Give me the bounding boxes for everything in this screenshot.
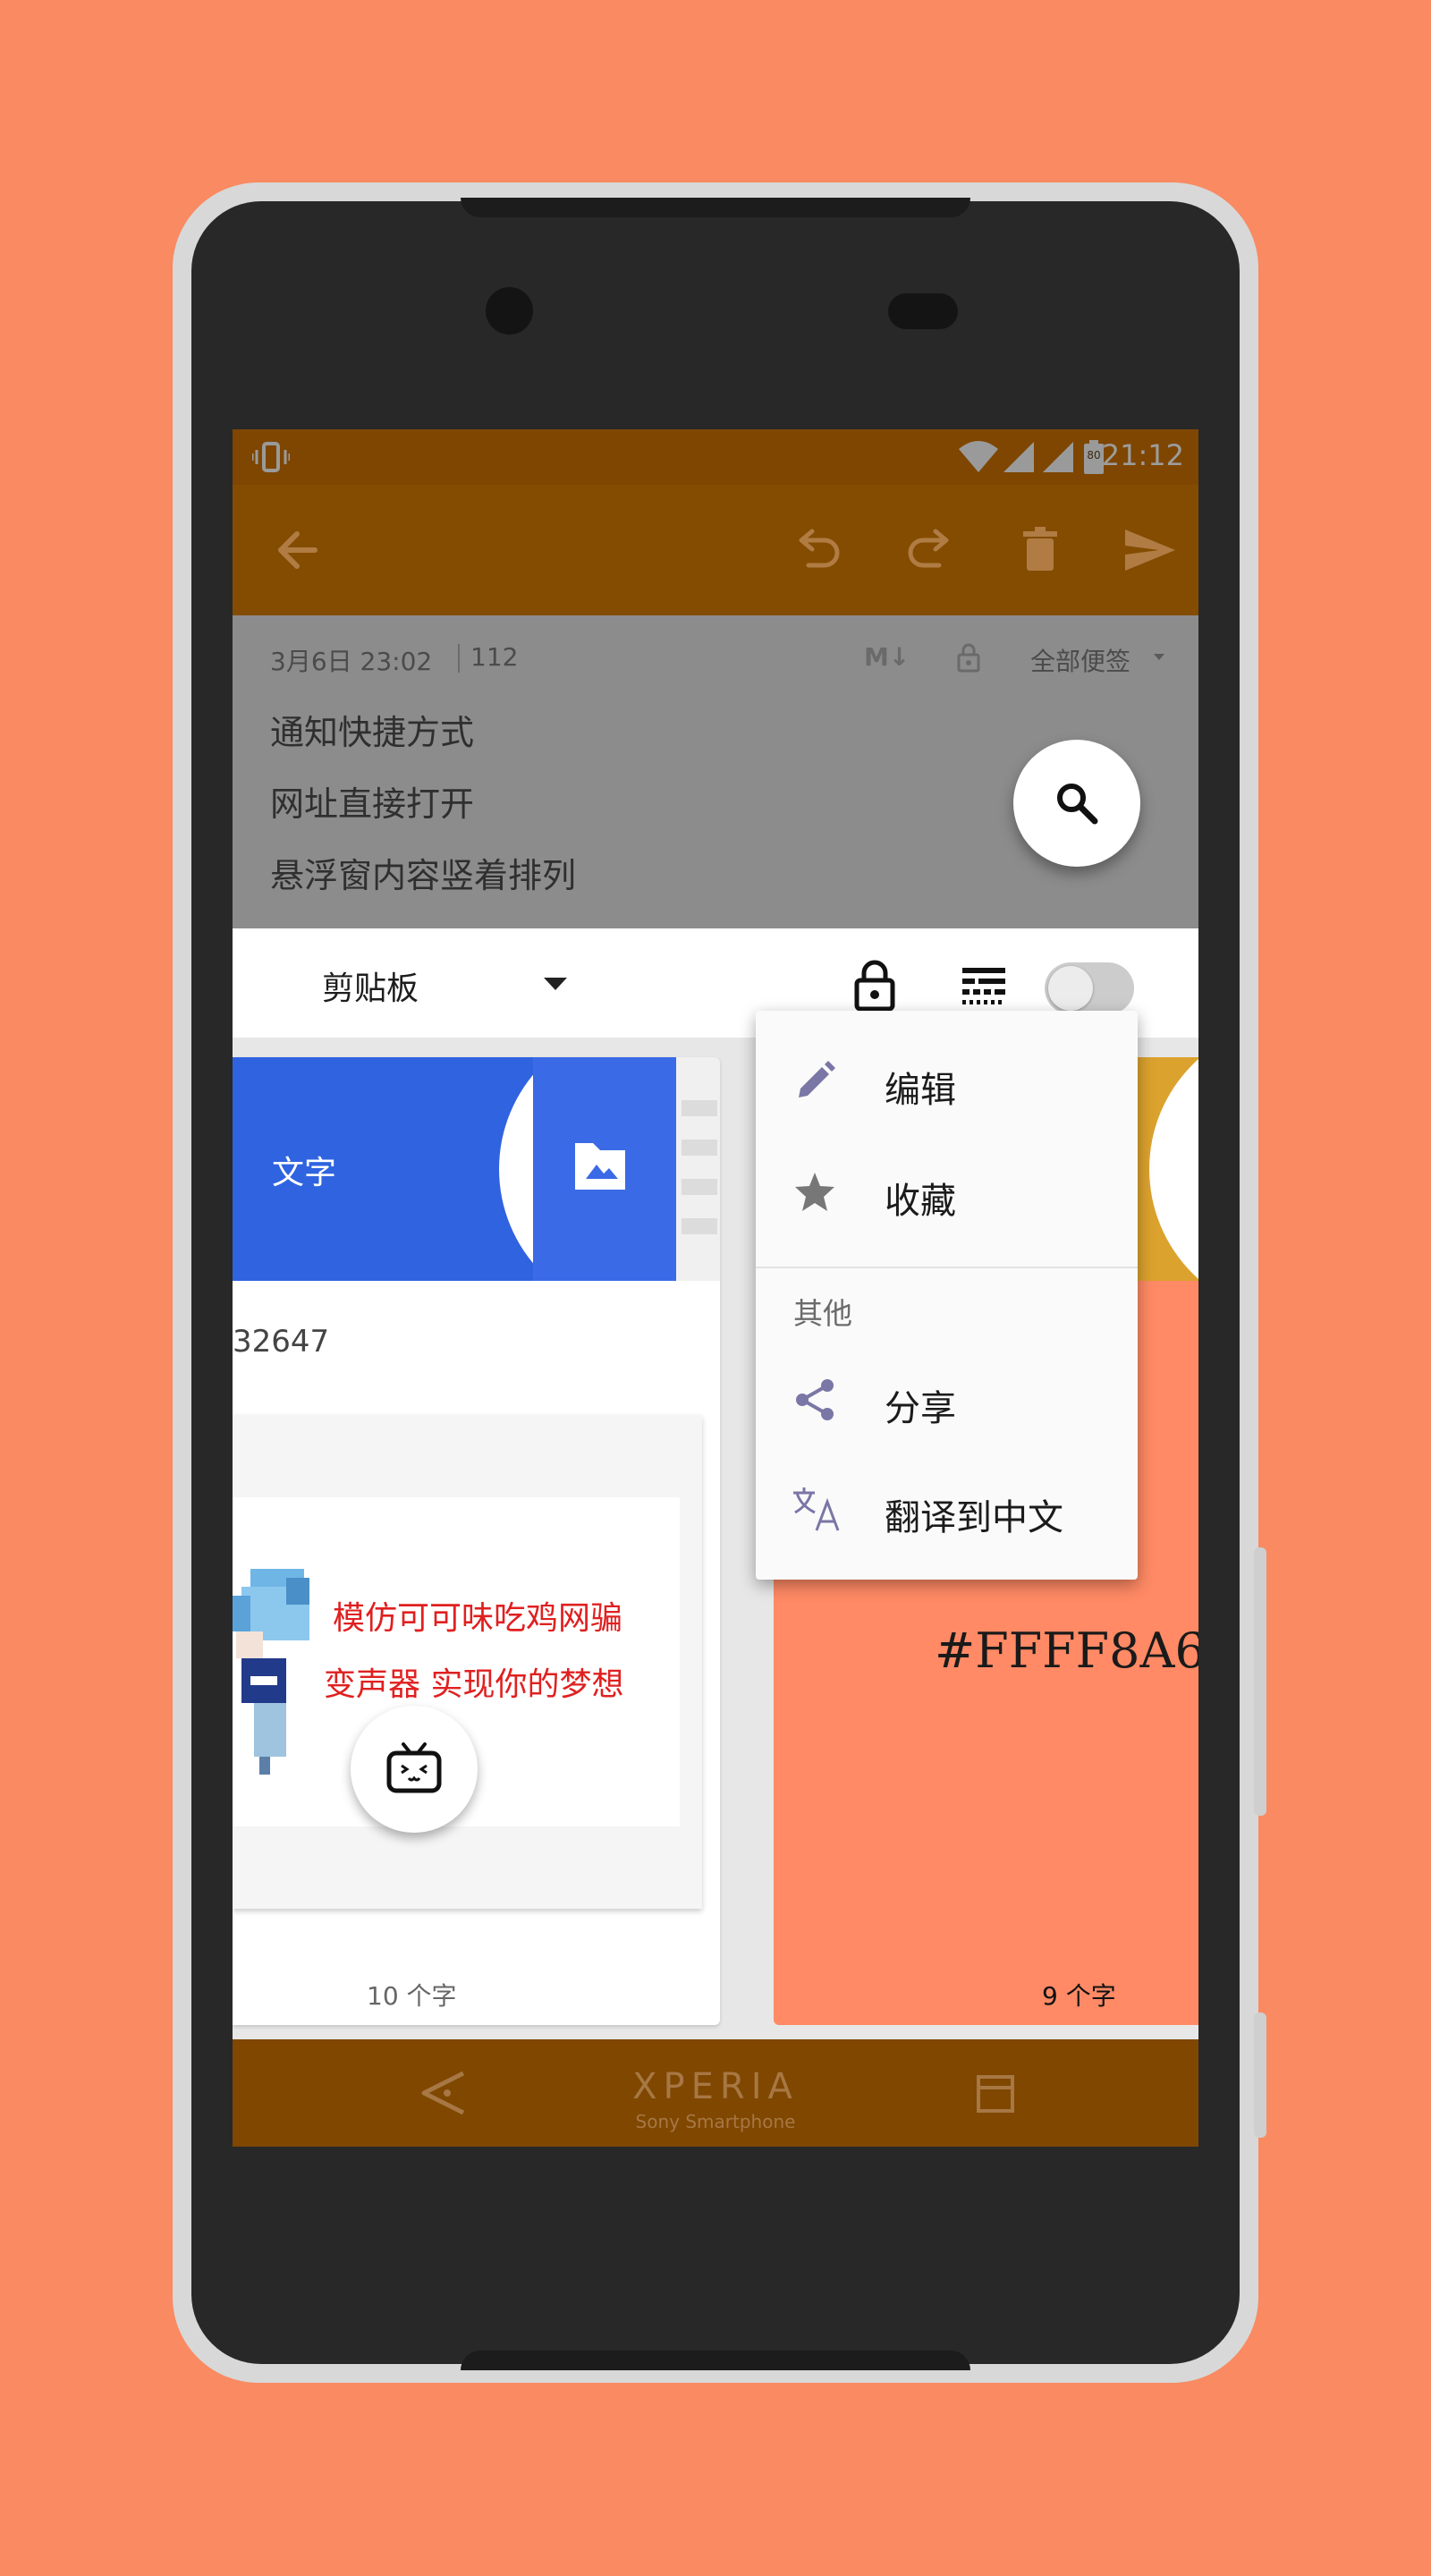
- filter-lines-icon[interactable]: [959, 964, 1009, 1009]
- signal-icon: [1003, 442, 1034, 472]
- xperia-brand: XPERIA: [632, 2066, 799, 2107]
- share-icon: [792, 1377, 838, 1423]
- status-bar: 80 21:12: [233, 429, 1198, 485]
- color-hex-text: #FFFF8A65: [935, 1623, 1198, 1679]
- translate-icon: [792, 1486, 840, 1532]
- menu-item-translate[interactable]: 翻译到中文: [756, 1456, 1138, 1562]
- menu-item-label: 收藏: [885, 1181, 956, 1222]
- delete-icon[interactable]: [1011, 521, 1070, 580]
- card-header: 文字: [233, 1057, 720, 1281]
- menu-item-share[interactable]: 分享: [756, 1347, 1138, 1453]
- signal-icon-2: [1043, 442, 1073, 472]
- context-menu: 编辑 收藏 其他 分享 翻译到中文: [756, 1011, 1138, 1580]
- proximity-sensor: [888, 293, 958, 329]
- lock-small-icon[interactable]: [955, 642, 982, 673]
- card-char-count: 9 个字: [1042, 1981, 1116, 2011]
- clipboard-dropdown[interactable]: 剪贴板: [322, 962, 419, 1009]
- note-line: 悬浮窗内容竖着排列: [270, 856, 577, 895]
- menu-item-label: 分享: [885, 1388, 956, 1429]
- screen: 80 21:12 3月6日 23:02 112 M↓ 全部便签 通知快捷方式 网…: [233, 429, 1198, 2147]
- lock-icon[interactable]: [850, 959, 900, 1013]
- wifi-icon: [959, 440, 998, 474]
- note-date: 3月6日 23:02: [270, 647, 433, 676]
- ad-text-line: 模仿可可味吃鸡网骗: [333, 1600, 623, 1637]
- menu-item-label: 编辑: [885, 1070, 956, 1111]
- pencil-icon: [792, 1058, 838, 1105]
- undo-icon[interactable]: [789, 521, 848, 580]
- card-header-circle: [1149, 1057, 1198, 1317]
- card-char-count: 10 个字: [367, 1981, 457, 2011]
- note-word-count: 112: [470, 642, 519, 672]
- image-folder-icon[interactable]: [568, 1134, 632, 1199]
- meta-divider: [458, 644, 460, 673]
- menu-divider: [756, 1267, 1138, 1268]
- status-time: 21:12: [1101, 438, 1184, 472]
- bottom-speaker: [461, 2351, 970, 2370]
- volume-button: [1254, 1547, 1266, 1816]
- front-camera: [486, 287, 533, 335]
- markdown-icon[interactable]: M↓: [864, 642, 910, 672]
- navigation-bar: XPERIA Sony Smartphone: [233, 2039, 1198, 2147]
- search-fab[interactable]: [1013, 740, 1140, 867]
- category-dropdown-icon[interactable]: [1154, 654, 1164, 660]
- anime-character-image: [233, 1560, 313, 1775]
- note-line: 通知快捷方式: [270, 713, 475, 752]
- ad-text-line: 变声器 实现你的梦想: [324, 1666, 624, 1703]
- menu-item-edit[interactable]: 编辑: [756, 1029, 1138, 1134]
- send-icon[interactable]: [1120, 521, 1179, 580]
- menu-item-favorite[interactable]: 收藏: [756, 1140, 1138, 1245]
- nav-recents-icon[interactable]: [975, 2073, 1016, 2114]
- card-preview-strip: [676, 1057, 720, 1281]
- back-arrow-icon[interactable]: [268, 521, 327, 580]
- redo-icon[interactable]: [900, 521, 959, 580]
- top-speaker: [461, 198, 970, 217]
- search-icon: [1052, 778, 1102, 828]
- xperia-subtitle: Sony Smartphone: [635, 2111, 796, 2132]
- clipboard-card-text[interactable]: 文字 32647 模仿可可味吃鸡网骗 变声器 实现你的梦想 10 个字: [233, 1057, 720, 2025]
- editor-toolbar: [233, 485, 1198, 615]
- toggle-knob[interactable]: [1048, 966, 1093, 1011]
- dropdown-arrow-icon[interactable]: [544, 978, 567, 990]
- power-button: [1254, 2012, 1266, 2138]
- menu-item-label: 翻译到中文: [885, 1497, 1063, 1538]
- ad-preview-card[interactable]: 模仿可可味吃鸡网骗 变声器 实现你的梦想: [233, 1415, 702, 1909]
- category-selector[interactable]: 全部便签: [1030, 642, 1130, 678]
- card-type-tag: 文字: [272, 1155, 337, 1191]
- vibrate-icon: [250, 438, 292, 476]
- card-partial-text: 32647: [233, 1324, 330, 1360]
- bilibili-tv-button[interactable]: [351, 1706, 478, 1833]
- note-line: 网址直接打开: [270, 784, 475, 824]
- menu-section-label: 其他: [793, 1296, 852, 1331]
- bilibili-tv-icon: [384, 1739, 445, 1800]
- star-icon: [792, 1169, 838, 1216]
